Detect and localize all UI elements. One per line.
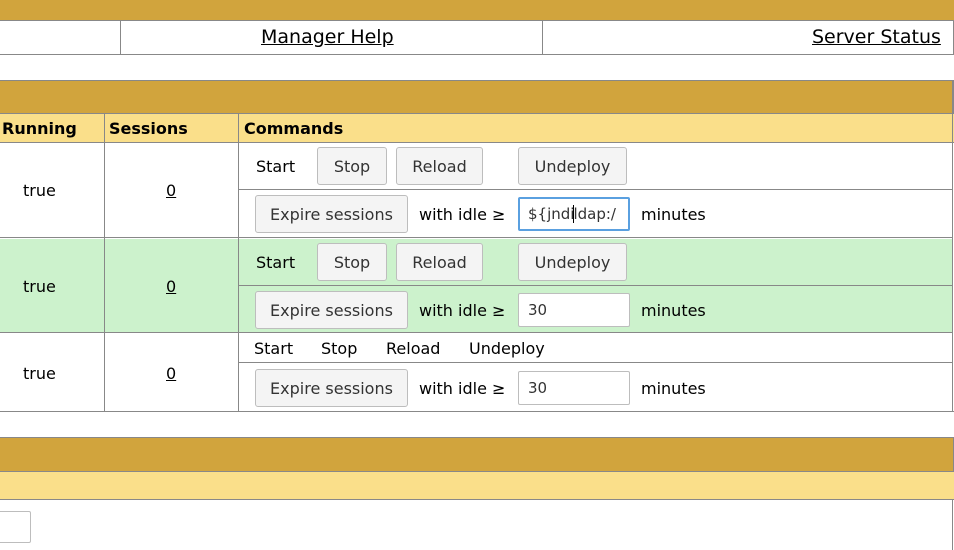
links-row-divider-1 — [120, 20, 121, 55]
header-sessions: Sessions — [109, 119, 188, 138]
row2-minutes-label: minutes — [641, 301, 706, 320]
row3-minutes-label: minutes — [641, 379, 706, 398]
row3-command-divider — [239, 362, 952, 363]
row1-start-label: Start — [256, 157, 296, 176]
row2-sessions-link[interactable]: 0 — [166, 277, 176, 296]
server-status-link[interactable]: Server Status — [812, 26, 941, 48]
row3-start-label: Start — [254, 339, 294, 358]
deploy-section-right-border — [952, 500, 953, 550]
row1-minutes-label: minutes — [641, 205, 706, 224]
row1-undeploy-button[interactable]: Undeploy — [518, 147, 627, 185]
row3-idle-label: with idle ≥ — [419, 379, 506, 398]
top-header-bar — [0, 0, 954, 20]
deploy-subheader — [0, 472, 954, 500]
header-running: Running — [2, 119, 77, 138]
links-row-divider-2 — [542, 20, 543, 55]
row2-expire-sessions-button[interactable]: Expire sessions — [255, 291, 408, 329]
row2-reload-button[interactable]: Reload — [396, 243, 483, 281]
row3-sessions-link[interactable]: 0 — [166, 364, 176, 383]
row1-idle-value-part1: ${jndi — [528, 205, 575, 223]
links-row — [0, 20, 954, 55]
row3-idle-input[interactable]: 30 — [518, 371, 630, 405]
row1-idle-value-part2: ldap:/ — [573, 205, 616, 223]
row3-reload-label: Reload — [386, 339, 441, 358]
row2-stop-button[interactable]: Stop — [317, 243, 387, 281]
row2-col-divider-sessions — [238, 239, 239, 333]
row3-running: true — [23, 364, 56, 383]
row1-command-divider — [239, 189, 952, 190]
row3-expire-sessions-button[interactable]: Expire sessions — [255, 369, 408, 407]
row1-idle-input[interactable]: ${jndi ldap:/ — [518, 197, 630, 231]
row2-running: true — [23, 277, 56, 296]
row2-command-divider — [239, 285, 952, 286]
row2-start-label: Start — [256, 253, 296, 272]
row3-undeploy-label: Undeploy — [469, 339, 545, 358]
deploy-section-header — [0, 437, 954, 472]
row2-undeploy-button[interactable]: Undeploy — [518, 243, 627, 281]
row1-expire-sessions-button[interactable]: Expire sessions — [255, 195, 408, 233]
deploy-path-input[interactable] — [0, 511, 31, 543]
row1-sessions-link[interactable]: 0 — [166, 181, 176, 200]
row1-stop-button[interactable]: Stop — [317, 147, 387, 185]
header-commands: Commands — [244, 119, 344, 138]
row3-stop-label: Stop — [321, 339, 358, 358]
row1-idle-label: with idle ≥ — [419, 205, 506, 224]
row2-idle-input[interactable]: 30 — [518, 293, 630, 327]
row2-idle-label: with idle ≥ — [419, 301, 506, 320]
row1-reload-button[interactable]: Reload — [396, 147, 483, 185]
row2-col-divider-running — [104, 239, 105, 333]
applications-section-header — [0, 80, 954, 114]
manager-help-link[interactable]: Manager Help — [261, 26, 394, 48]
row1-running: true — [23, 181, 56, 200]
